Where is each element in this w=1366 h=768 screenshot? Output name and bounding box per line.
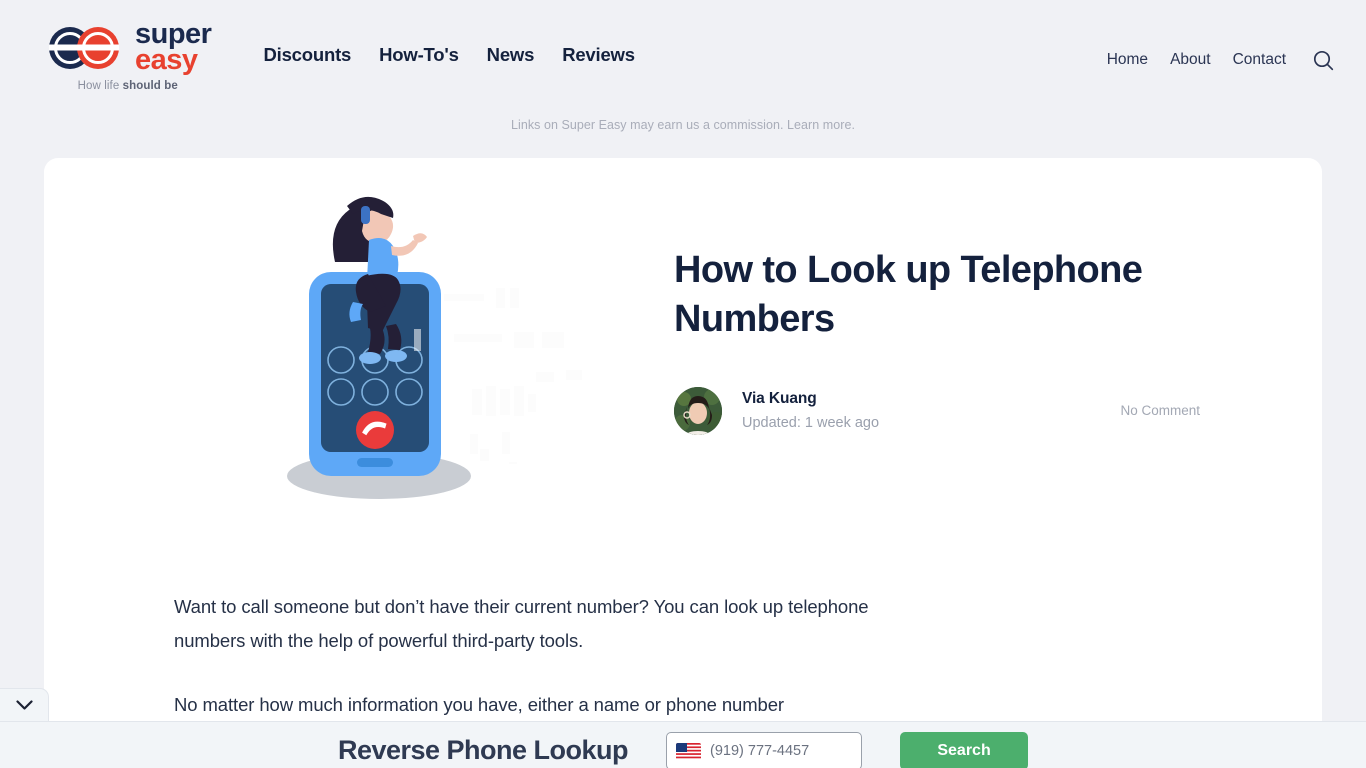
author-name[interactable]: Via Kuang xyxy=(742,390,879,408)
byline: Via Kuang Updated: 1 week ago No Comment xyxy=(674,386,1282,435)
main-navigation: Discounts How-To's News Reviews xyxy=(263,0,635,66)
nav-item-reviews[interactable]: Reviews xyxy=(562,44,635,66)
search-icon xyxy=(1313,50,1333,70)
nav-item-home[interactable]: Home xyxy=(1107,51,1148,69)
byline-text: Via Kuang Updated: 1 week ago xyxy=(742,390,879,431)
brand-logo[interactable]: super easy How life should be xyxy=(44,0,212,92)
article-card: How to Look up Telephone Numbers Via Kua… xyxy=(44,158,1322,768)
lookup-bar-title: Reverse Phone Lookup xyxy=(337,735,629,765)
super-easy-logo-icon xyxy=(49,26,119,69)
article-paragraph-2: No matter how much information you have,… xyxy=(174,694,784,715)
brand-tagline: How life should be xyxy=(78,80,178,92)
updated-timestamp: Updated: 1 week ago xyxy=(742,415,880,432)
nav-item-how-tos[interactable]: How-To's xyxy=(379,44,459,66)
nav-item-about[interactable]: About xyxy=(1170,51,1211,69)
site-header: super easy How life should be Discounts … xyxy=(0,0,1366,116)
brand-word-easy: easy xyxy=(135,43,198,76)
affiliate-disclaimer: Links on Super Easy may earn us a commis… xyxy=(511,118,855,132)
page-title: How to Look up Telephone Numbers xyxy=(674,249,1143,341)
phone-number-input[interactable]: (919) 777-4457 xyxy=(666,732,863,768)
article-body: Want to call someone but don’t have thei… xyxy=(44,590,1322,722)
phone-call-illustration xyxy=(287,196,471,499)
phone-input-placeholder: (919) 777-4457 xyxy=(710,743,810,759)
avatar xyxy=(674,386,722,435)
nav-item-news[interactable]: News xyxy=(487,44,535,66)
brand-wordmark: super easy xyxy=(135,20,212,76)
brand-tagline-bold: should be xyxy=(122,80,178,93)
article-hero: How to Look up Telephone Numbers Via Kua… xyxy=(44,158,1322,504)
search-button[interactable] xyxy=(1310,47,1336,73)
nav-item-discounts[interactable]: Discounts xyxy=(263,44,351,66)
us-flag-icon xyxy=(676,742,702,760)
hero-illustration-wrapper xyxy=(84,184,674,504)
nav-item-contact[interactable]: Contact xyxy=(1233,51,1286,69)
utility-navigation: Home About Contact xyxy=(1107,0,1336,73)
chevron-down-icon xyxy=(15,699,33,710)
lookup-search-button[interactable]: Search xyxy=(900,732,1029,768)
collapse-bar-toggle[interactable] xyxy=(0,688,49,721)
comment-count[interactable]: No Comment xyxy=(1120,403,1200,418)
hero-text-column: How to Look up Telephone Numbers Via Kua… xyxy=(674,184,1282,504)
brand-row: super easy xyxy=(44,20,212,76)
reverse-phone-lookup-bar: Reverse Phone Lookup (919) 777-4457 Sear… xyxy=(0,721,1366,768)
article-paragraph-1: Want to call someone but don’t have thei… xyxy=(174,596,869,651)
brand-tagline-prefix: How life xyxy=(77,80,123,93)
avatar-photo-icon xyxy=(674,386,722,435)
